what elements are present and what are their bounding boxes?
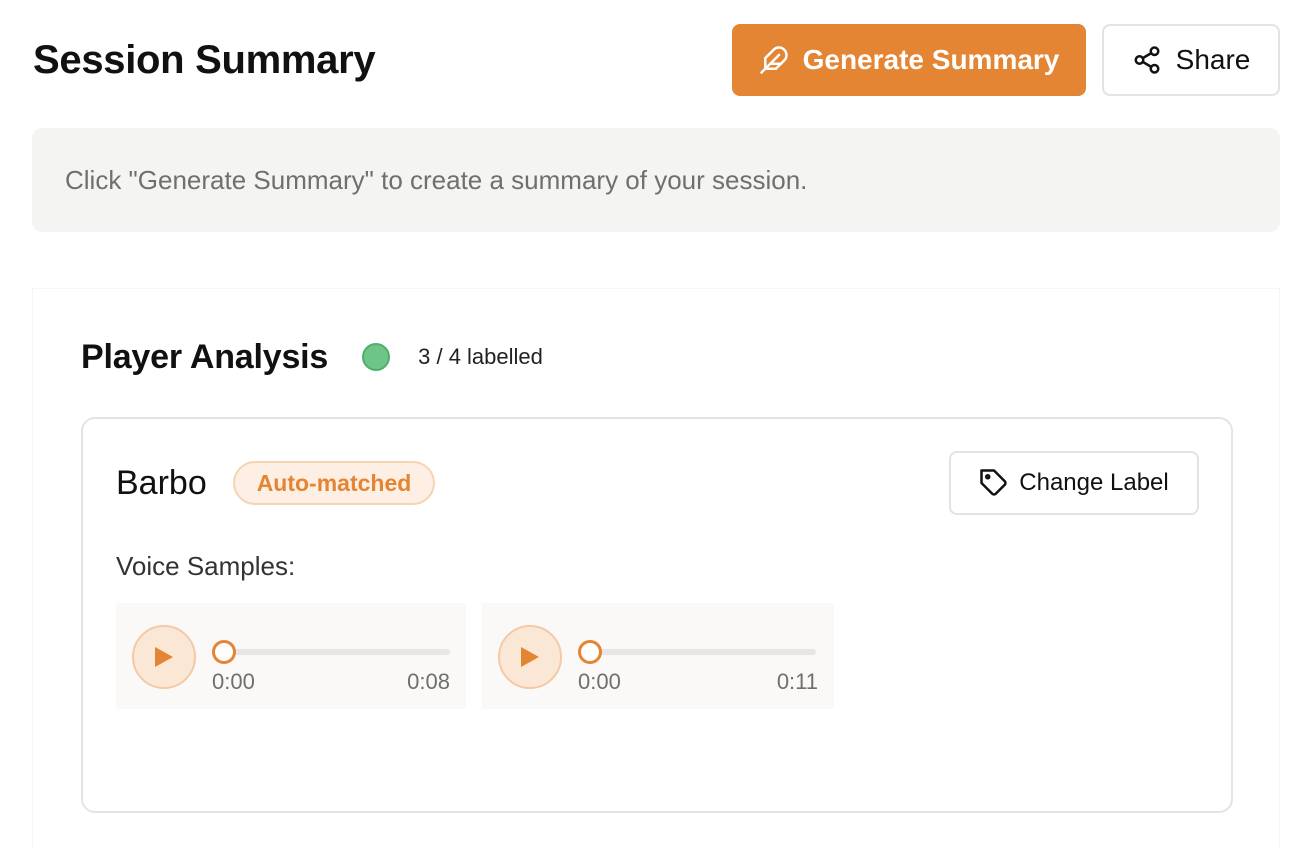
audio-progress-track[interactable] <box>212 649 450 655</box>
labelled-count: 3 / 4 labelled <box>418 344 543 369</box>
share-icon <box>1132 45 1162 75</box>
audio-seek-handle[interactable] <box>578 640 602 664</box>
share-button[interactable]: Share <box>1102 24 1280 96</box>
audio-player: 0:00 0:11 <box>482 603 834 709</box>
tag-icon <box>979 468 1009 498</box>
change-label-button[interactable]: Change Label <box>949 451 1199 515</box>
status-dot <box>362 343 391 371</box>
current-time: 0:00 <box>578 669 621 694</box>
change-label-text: Change Label <box>1019 469 1169 496</box>
auto-matched-badge: Auto-matched <box>233 461 435 505</box>
play-icon <box>519 645 541 669</box>
player-analysis-title: Player Analysis <box>81 337 329 376</box>
share-label: Share <box>1175 44 1251 75</box>
generate-summary-button[interactable]: Generate Summary <box>732 24 1086 96</box>
duration: 0:11 <box>776 669 818 694</box>
play-icon <box>153 645 175 669</box>
generate-summary-label: Generate Summary <box>802 44 1060 75</box>
session-summary-page: Session Summary Generate Summary Share C… <box>0 0 1312 848</box>
page-title: Session Summary <box>33 38 376 82</box>
play-button[interactable] <box>132 625 196 689</box>
voice-samples-list: 0:00 0:08 0:00 0:11 <box>116 603 834 709</box>
current-time: 0:00 <box>212 669 255 694</box>
audio-seek-handle[interactable] <box>212 640 236 664</box>
audio-player: 0:00 0:08 <box>116 603 466 709</box>
voice-samples-label: Voice Samples: <box>116 551 296 581</box>
audio-progress-track[interactable] <box>578 649 816 655</box>
player-analysis-panel: Player Analysis 3 / 4 labelled Barbo Aut… <box>32 288 1280 848</box>
info-banner: Click "Generate Summary" to create a sum… <box>32 128 1280 232</box>
feather-icon <box>759 45 789 75</box>
duration: 0:08 <box>407 669 450 694</box>
info-message: Click "Generate Summary" to create a sum… <box>65 164 808 195</box>
player-name: Barbo <box>116 464 207 502</box>
player-card: Barbo Auto-matched Change Label Voice Sa… <box>81 417 1233 813</box>
play-button[interactable] <box>498 625 562 689</box>
player-analysis-header: Player Analysis 3 / 4 labelled <box>81 335 543 379</box>
